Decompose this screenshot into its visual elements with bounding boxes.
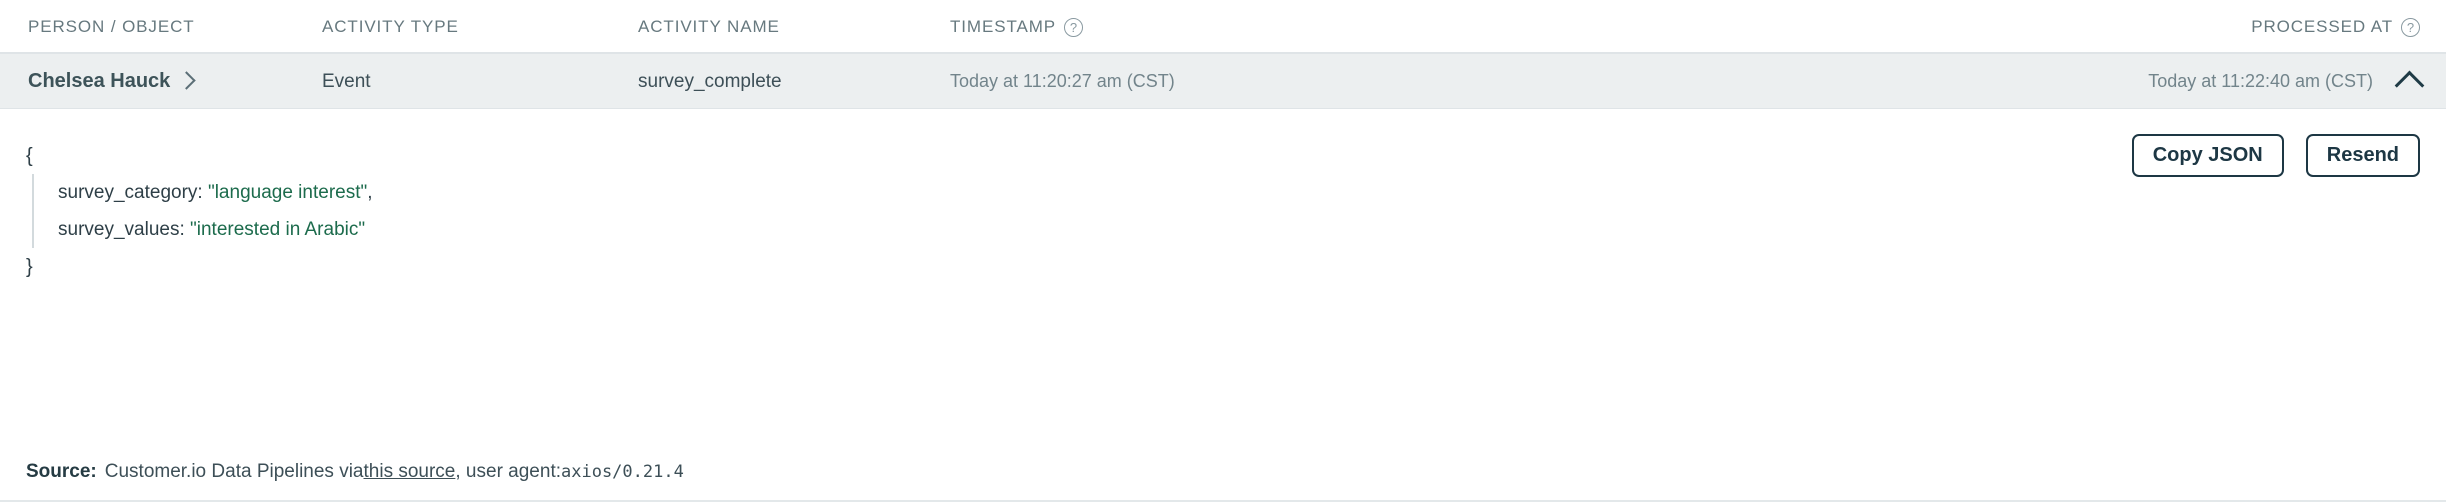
person-name: Chelsea Hauck bbox=[28, 70, 171, 92]
person-link[interactable]: Chelsea Hauck bbox=[28, 70, 196, 93]
column-header-person-object[interactable]: PERSON / OBJECT bbox=[28, 17, 195, 37]
column-header-processed-at-label: PROCESSED AT bbox=[2251, 17, 2393, 36]
copy-json-button[interactable]: Copy JSON bbox=[2131, 134, 2284, 177]
source-middle: , user agent: bbox=[455, 461, 561, 482]
cell-person: Chelsea Hauck bbox=[28, 54, 196, 109]
detail-action-buttons: Copy JSON Resend bbox=[2131, 134, 2420, 177]
chevron-up-icon[interactable] bbox=[2394, 70, 2425, 101]
column-header-timestamp-label: TIMESTAMP bbox=[950, 17, 1057, 36]
cell-processed-at: Today at 11:22:40 am (CST) bbox=[2148, 54, 2425, 109]
activity-type-value: Event bbox=[322, 70, 371, 92]
processed-at-help-icon[interactable]: ? bbox=[2401, 17, 2420, 37]
activity-row[interactable]: Chelsea Hauck Event survey_complete Toda… bbox=[0, 54, 2446, 109]
json-trailing-comma: , bbox=[367, 182, 373, 203]
cell-timestamp: Today at 11:20:27 am (CST) bbox=[950, 54, 1175, 109]
column-header-timestamp[interactable]: TIMESTAMP ? bbox=[950, 17, 1084, 37]
activity-log-panel: PERSON / OBJECT ACTIVITY TYPE ACTIVITY N… bbox=[0, 0, 2446, 502]
table-header-row: PERSON / OBJECT ACTIVITY TYPE ACTIVITY N… bbox=[0, 0, 2446, 54]
activity-name-value: survey_complete bbox=[638, 70, 782, 92]
chevron-right-icon bbox=[177, 71, 196, 90]
timestamp-help-icon[interactable]: ? bbox=[1064, 17, 1084, 37]
column-header-activity-type[interactable]: ACTIVITY TYPE bbox=[322, 17, 459, 37]
json-key: survey_category: bbox=[58, 182, 208, 203]
cell-activity-type: Event bbox=[322, 54, 371, 109]
processed-at-value: Today at 11:22:40 am (CST) bbox=[2148, 71, 2373, 91]
json-open-brace: { bbox=[26, 144, 33, 167]
column-header-person-object-label: PERSON / OBJECT bbox=[28, 17, 195, 36]
column-header-activity-name[interactable]: ACTIVITY NAME bbox=[638, 17, 780, 37]
source-link[interactable]: this source bbox=[364, 461, 456, 483]
source-label: Source: bbox=[26, 461, 97, 482]
cell-activity-name: survey_complete bbox=[638, 54, 782, 109]
json-line: survey_values: "interested in Arabic" bbox=[58, 211, 2420, 248]
column-header-activity-name-label: ACTIVITY NAME bbox=[638, 17, 780, 36]
resend-button[interactable]: Resend bbox=[2305, 134, 2420, 177]
column-header-activity-type-label: ACTIVITY TYPE bbox=[322, 17, 459, 36]
activity-detail-body: Copy JSON Resend { survey_category: "lan… bbox=[0, 109, 2446, 502]
json-payload: { survey_category: "language interest", … bbox=[26, 131, 2420, 285]
timestamp-value: Today at 11:20:27 am (CST) bbox=[950, 71, 1175, 91]
json-key: survey_values: bbox=[58, 219, 191, 240]
json-value: "interested in Arabic" bbox=[190, 219, 366, 240]
json-line: survey_category: "language interest", bbox=[58, 174, 2420, 211]
user-agent-value: axios/0.21.4 bbox=[561, 462, 684, 482]
json-value: "language interest" bbox=[207, 182, 368, 203]
json-indent-guide: survey_category: "language interest", su… bbox=[32, 174, 2420, 248]
column-header-processed-at[interactable]: PROCESSED AT ? bbox=[2251, 17, 2420, 37]
source-prefix: Customer.io Data Pipelines via bbox=[104, 461, 364, 482]
source-line: Source: Customer.io Data Pipelines via th… bbox=[26, 461, 684, 483]
json-close-brace: } bbox=[26, 255, 33, 278]
